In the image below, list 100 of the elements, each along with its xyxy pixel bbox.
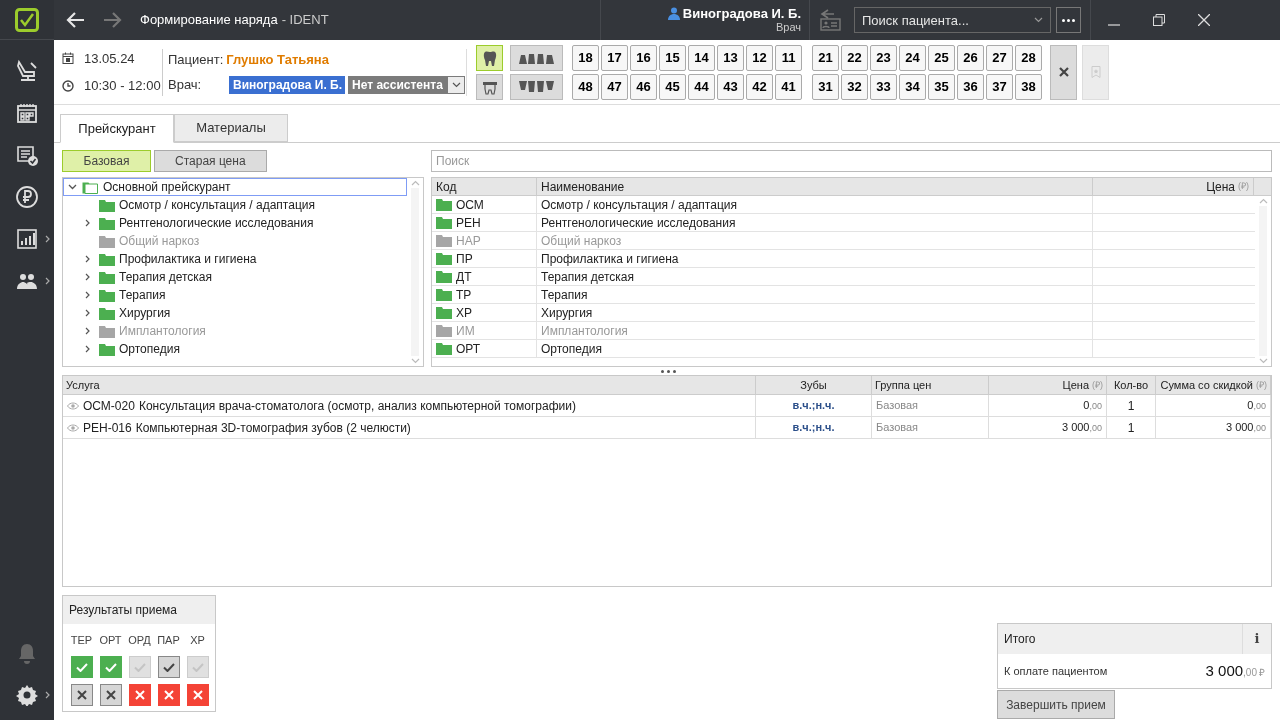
tooth-button[interactable]: 27: [986, 44, 1013, 71]
tooth-button[interactable]: 45: [659, 73, 686, 100]
tooth-button[interactable]: 35: [928, 73, 955, 100]
info-button[interactable]: i: [1242, 624, 1271, 654]
reject-button[interactable]: [99, 684, 122, 706]
tooth-mode-button[interactable]: [476, 44, 503, 71]
nav-button[interactable]: [15, 227, 39, 251]
tooth-button[interactable]: 32: [841, 73, 868, 100]
tab[interactable]: Прейскурант: [60, 114, 174, 143]
tooth-button[interactable]: 44: [688, 73, 715, 100]
eye-icon: [67, 401, 79, 410]
settings-button[interactable]: [16, 684, 38, 706]
tooth-icon: [481, 49, 498, 66]
folder-icon: [436, 324, 452, 337]
tooth-button[interactable]: 38: [1015, 73, 1042, 100]
tooth-button[interactable]: 16: [630, 44, 657, 71]
tooth-button[interactable]: 11: [775, 44, 802, 71]
finish-button[interactable]: Завершить прием: [997, 690, 1115, 719]
tooth-button[interactable]: 47: [601, 73, 628, 100]
tooth-button[interactable]: 34: [899, 73, 926, 100]
more-button[interactable]: [1056, 7, 1081, 33]
column-header[interactable]: Цена (₽): [989, 376, 1107, 395]
column-header[interactable]: Сумма со скидкой (₽): [1156, 376, 1271, 395]
total-label: К оплате пациентом: [1004, 663, 1108, 679]
tooth-mode-button[interactable]: [510, 44, 563, 71]
tooth-button[interactable]: 28: [1015, 44, 1042, 71]
tree-item[interactable]: Основной прейскурант: [63, 178, 407, 196]
tree-item[interactable]: Хирургия: [63, 304, 407, 322]
tooth-button[interactable]: 13: [717, 44, 744, 71]
price-group-button[interactable]: Старая цена: [154, 150, 267, 172]
tooth-button[interactable]: 18: [572, 44, 599, 71]
tree-item[interactable]: Ортопедия: [63, 340, 407, 358]
tooth-button[interactable]: 33: [870, 73, 897, 100]
tree-item[interactable]: Осмотр / консультация / адаптация: [63, 196, 407, 214]
folder-icon: [436, 198, 452, 211]
reject-button[interactable]: [70, 684, 93, 706]
tooth-button[interactable]: 25: [928, 44, 955, 71]
eye-icon: [67, 423, 79, 432]
bar-chart-icon: [15, 227, 39, 251]
tooth-button[interactable]: 24: [899, 44, 926, 71]
nav-button[interactable]: [15, 185, 39, 209]
tooth-mode-button[interactable]: [510, 73, 563, 100]
doctor-chip: Виноградова И. Б.: [229, 75, 345, 94]
column-header[interactable]: Наименование: [537, 178, 1093, 196]
app-name: - IDENT: [281, 11, 329, 30]
tooth-button[interactable]: 46: [630, 73, 657, 100]
tooth-button[interactable]: 21: [812, 44, 839, 71]
column-header[interactable]: Код: [432, 178, 537, 196]
tooth-button[interactable]: 23: [870, 44, 897, 71]
column-header[interactable]: Группа цен: [872, 376, 989, 395]
nav-button[interactable]: [15, 101, 39, 125]
table-cell-text: ХР: [456, 304, 472, 322]
tooth-button[interactable]: 42: [746, 73, 773, 100]
tooth-button[interactable]: 48: [572, 73, 599, 100]
tooth-button[interactable]: 26: [957, 44, 984, 71]
chevron-right-icon: [85, 291, 91, 299]
tooth-button[interactable]: 12: [746, 44, 773, 71]
chevron-right-icon: [45, 277, 51, 285]
folder-icon: [436, 306, 452, 319]
column-header[interactable]: Цена (₽): [1093, 178, 1254, 196]
price-group-button[interactable]: Базовая: [62, 150, 151, 172]
tab[interactable]: Материалы: [174, 114, 288, 142]
tooth-button[interactable]: 22: [841, 44, 868, 71]
tooth-mode-button[interactable]: [476, 73, 503, 100]
table-cell-text: Ортопедия: [541, 340, 602, 358]
tooth-button[interactable]: 17: [601, 44, 628, 71]
table-cell-text: Общий наркоз: [541, 232, 622, 250]
table-cell-text: Профилактика и гигиена: [541, 250, 679, 268]
tree-item[interactable]: Профилактика и гигиена: [63, 250, 407, 268]
tree-item[interactable]: Рентгенологические исследования: [63, 214, 407, 232]
clear-button[interactable]: [1050, 44, 1077, 100]
checkmark-icon: [133, 662, 146, 672]
tree-item[interactable]: Терапия: [63, 286, 407, 304]
nav-button[interactable]: [15, 59, 39, 83]
tooth-button[interactable]: 15: [659, 44, 686, 71]
folder-icon: [99, 234, 115, 248]
tooth-button[interactable]: 31: [812, 73, 839, 100]
tooth-button[interactable]: 43: [717, 73, 744, 100]
patient-card-button[interactable]: [818, 8, 842, 32]
calendar-icon: [15, 101, 39, 125]
column-header[interactable]: Кол-во: [1107, 376, 1156, 395]
column-header[interactable]: Зубы: [756, 376, 872, 395]
folder-icon: [99, 270, 115, 284]
tooth-button[interactable]: 41: [775, 73, 802, 100]
tooth-button[interactable]: 37: [986, 73, 1013, 100]
folder-icon: [99, 342, 115, 356]
tree-item[interactable]: Терапия детская: [63, 268, 407, 286]
clock-icon: [62, 79, 74, 92]
panel-title: Итого: [1003, 631, 1037, 648]
tooth-button[interactable]: 14: [688, 44, 715, 71]
more-icon: [1062, 18, 1075, 22]
chevron-right-icon: [85, 255, 91, 263]
approve-button[interactable]: [157, 656, 180, 678]
column-header[interactable]: Услуга: [63, 376, 756, 395]
assistant-dropdown[interactable]: Нет ассистента: [348, 75, 465, 94]
search-field[interactable]: Поиск: [431, 150, 1272, 172]
folder-icon: [99, 306, 115, 320]
nav-button[interactable]: [15, 143, 39, 167]
chevron-down-icon: [68, 184, 77, 190]
tooth-button[interactable]: 36: [957, 73, 984, 100]
